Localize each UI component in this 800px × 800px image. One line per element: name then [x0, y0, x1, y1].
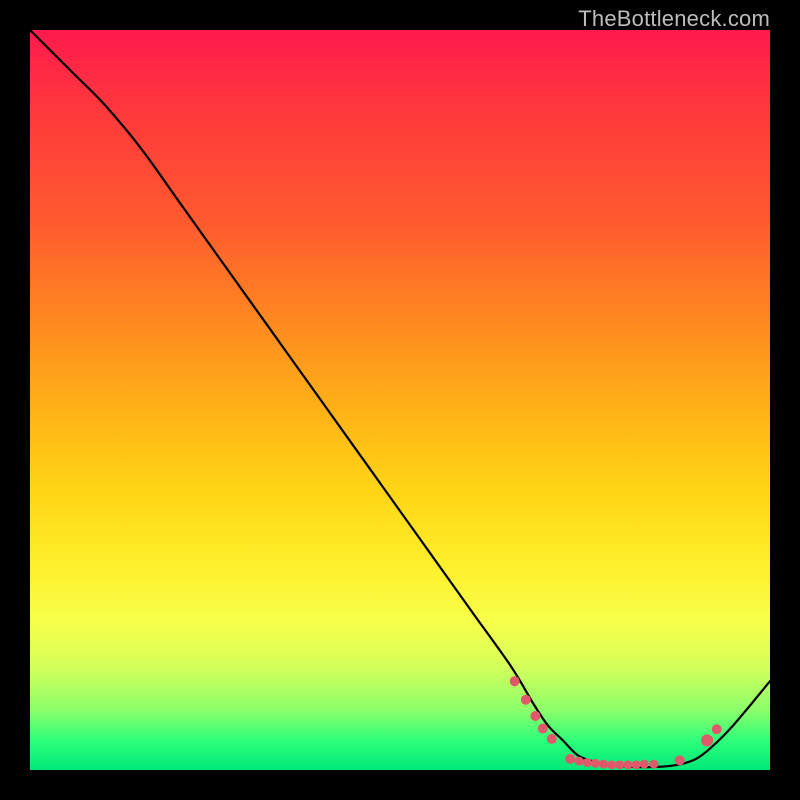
plot-area [30, 30, 770, 770]
marker-dot [607, 760, 616, 769]
marker-dot [701, 734, 713, 746]
marker-dot [530, 711, 540, 721]
marker-dot [575, 757, 584, 766]
marker-dot [521, 695, 531, 705]
marker-dot [632, 760, 641, 769]
marker-dot [591, 759, 600, 768]
chart-frame: TheBottleneck.com [0, 0, 800, 800]
bottleneck-curve [30, 30, 770, 767]
marker-dot [623, 760, 632, 769]
marker-dots [510, 676, 722, 769]
marker-dot [565, 754, 575, 764]
marker-dot [547, 734, 557, 744]
marker-dot [712, 724, 722, 734]
chart-svg [30, 30, 770, 770]
marker-dot [510, 676, 520, 686]
marker-dot [649, 760, 658, 769]
marker-dot [675, 755, 685, 765]
marker-dot [615, 760, 624, 769]
marker-dot [640, 760, 649, 769]
marker-dot [538, 724, 548, 734]
marker-dot [583, 758, 592, 767]
watermark-text: TheBottleneck.com [578, 6, 770, 32]
marker-dot [599, 760, 608, 769]
